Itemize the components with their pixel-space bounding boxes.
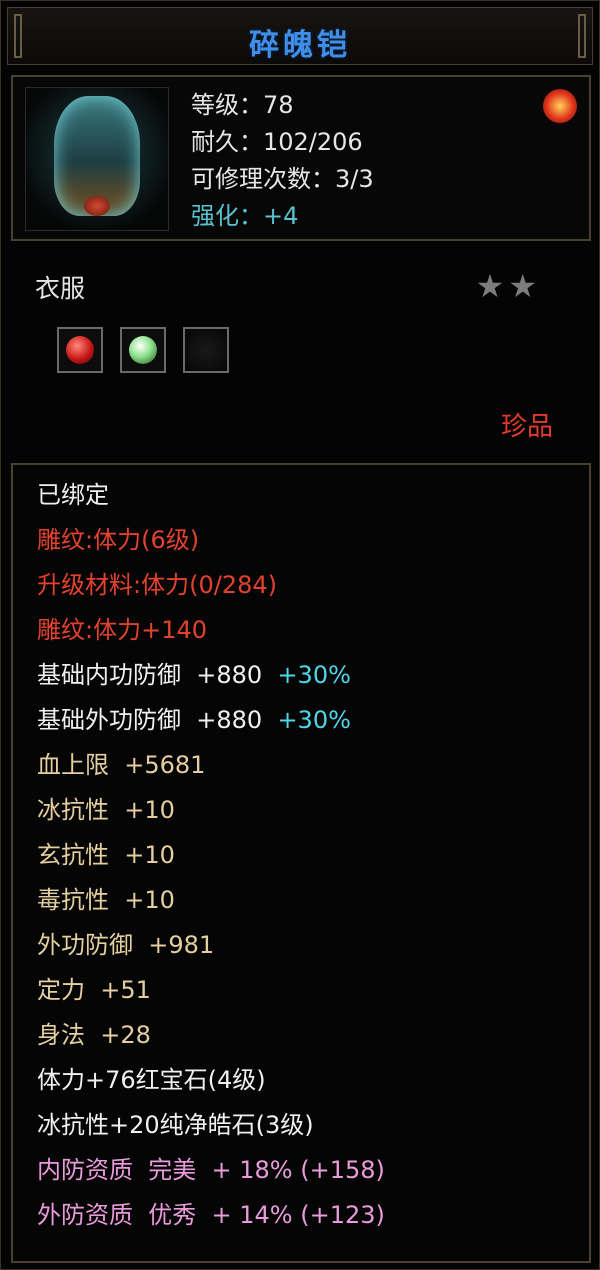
armor-chest-icon (25, 87, 169, 231)
socket-empty[interactable] (183, 327, 229, 373)
socket-pure-stone[interactable] (120, 327, 166, 373)
socket-ruby[interactable] (57, 327, 103, 373)
item-name: 碎魄铠 (249, 28, 351, 63)
attribute-row: 冰抗性 +10 (37, 794, 175, 826)
attribute-text: 玄抗性 +10 (37, 841, 175, 869)
attribute-row: 内防资质 完美 + 18% (+158) (37, 1154, 385, 1186)
ruby-gem-icon (66, 336, 94, 364)
attribute-text: 外防资质 优秀 + 14% (+123) (37, 1201, 385, 1229)
star-rating: ★★ (475, 267, 541, 305)
attribute-text: 冰抗性 +10 (37, 796, 175, 824)
item-stats: 等级：78 耐久：102/206 可修理次数：3/3 强化：+4 (191, 87, 374, 235)
attribute-text: 定力 +51 (37, 976, 151, 1004)
attribute-bonus: +30% (262, 706, 351, 734)
attribute-text: 已绑定 (37, 481, 109, 509)
attribute-row: 外功防御 +981 (37, 929, 214, 961)
attribute-bonus: +30% (262, 661, 351, 689)
attribute-row: 身法 +28 (37, 1019, 151, 1051)
attribute-text: 身法 +28 (37, 1021, 151, 1049)
attribute-row: 升级材料:体力(0/284) (37, 569, 277, 601)
attribute-text: 内防资质 完美 + 18% (+158) (37, 1156, 385, 1184)
fire-rune-icon (543, 89, 577, 123)
attribute-text: 毒抗性 +10 (37, 886, 175, 914)
attribute-row: 体力+76红宝石(4级) (37, 1064, 266, 1096)
title-ornament-right (578, 14, 586, 58)
attribute-row: 雕纹:体力(6级) (37, 524, 199, 556)
attribute-row: 已绑定 (37, 479, 109, 511)
attribute-text: 血上限 +5681 (37, 751, 206, 779)
item-info-panel: 等级：78 耐久：102/206 可修理次数：3/3 强化：+4 (11, 75, 591, 241)
stat-repair-count: 可修理次数：3/3 (191, 165, 374, 193)
attribute-row: 基础外功防御 +880 +30% (37, 704, 351, 736)
attribute-text: 冰抗性+20纯净皓石(3级) (37, 1111, 314, 1139)
attribute-text: 基础内功防御 +880 (37, 661, 263, 689)
attribute-text: 外功防御 +981 (37, 931, 215, 959)
attribute-row: 玄抗性 +10 (37, 839, 175, 871)
title-bar: 碎魄铠 (7, 7, 593, 65)
item-type: 衣服 (35, 274, 86, 303)
attribute-row: 外防资质 优秀 + 14% (+123) (37, 1199, 385, 1231)
attribute-row: 定力 +51 (37, 974, 151, 1006)
stat-level: 等级：78 (191, 91, 294, 119)
pure-stone-icon (129, 336, 157, 364)
attribute-list: 已绑定雕纹:体力(6级) 升级材料:体力(0/284) 雕纹:体力+140 基础内功防… (11, 463, 591, 1263)
attribute-row: 血上限 +5681 (37, 749, 205, 781)
rarity-label: 珍品 (500, 412, 553, 442)
attribute-text: 雕纹:体力+140 (37, 616, 208, 644)
attribute-text: 雕纹:体力(6级) (37, 526, 200, 554)
attribute-text: 升级材料:体力(0/284) (37, 571, 277, 599)
attribute-text: 体力+76红宝石(4级) (37, 1066, 266, 1094)
stat-durability: 耐久：102/206 (191, 128, 363, 156)
attribute-row: 冰抗性+20纯净皓石(3级) (37, 1109, 314, 1141)
stat-enhance: 强化：+4 (191, 202, 299, 230)
attribute-text: 基础外功防御 +880 (37, 706, 263, 734)
attribute-row: 毒抗性 +10 (37, 884, 175, 916)
item-tooltip: 碎魄铠 等级：78 耐久：102/206 可修理次数：3/3 强化：+4 衣服 … (0, 0, 600, 1270)
attribute-row: 雕纹:体力+140 (37, 614, 207, 646)
attribute-row: 基础内功防御 +880 +30% (37, 659, 351, 691)
